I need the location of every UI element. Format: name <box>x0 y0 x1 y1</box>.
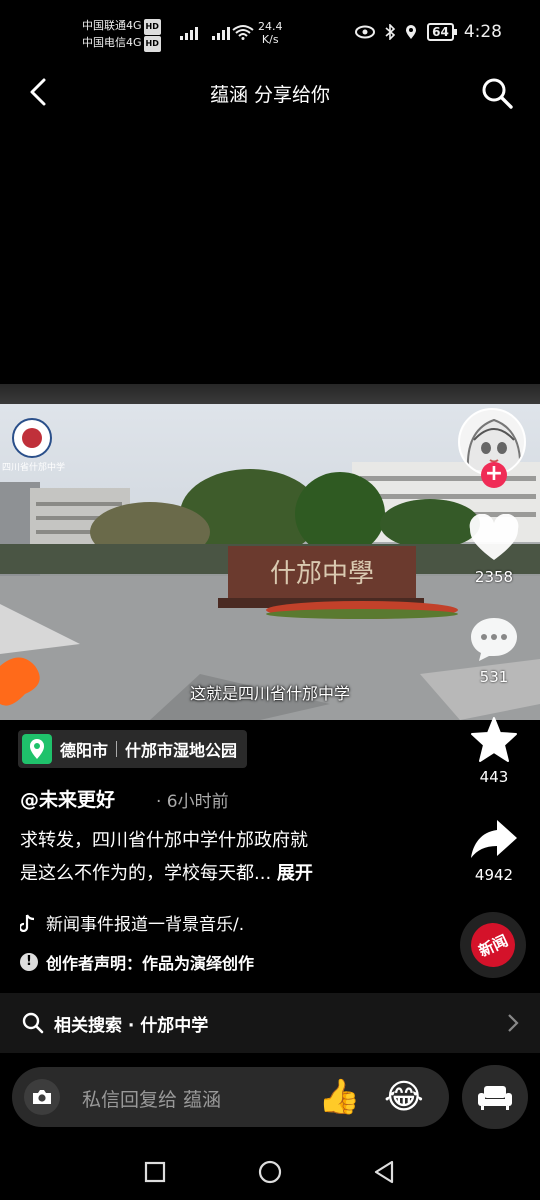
recents-icon[interactable] <box>140 1157 170 1187</box>
chevron-right-icon <box>508 1014 519 1032</box>
message-placeholder: 私信回复给 蕴涵 <box>82 1089 222 1111</box>
message-input[interactable]: 私信回复给 蕴涵 👍 😂 <box>12 1067 449 1127</box>
comment-count: 531 <box>479 668 509 686</box>
network-speed-value: 24.4 <box>258 20 283 33</box>
battery-indicator: 64 <box>427 23 457 41</box>
favorite-button[interactable]: 443 <box>459 716 529 786</box>
location-tag[interactable]: 德阳市 什邡市湿地公园 <box>18 730 248 768</box>
video-watermark: 四川省什邡中学 <box>2 461 65 473</box>
search-icon <box>22 1012 44 1034</box>
thumbs-up-emoji[interactable]: 👍 <box>318 1077 360 1117</box>
share-icon <box>471 820 517 858</box>
carrier-1: 中国联通4G <box>82 19 142 32</box>
creator-notice: ! 创作者声明：作品为演绎创作 <box>20 950 254 974</box>
sofa-icon <box>478 1086 512 1110</box>
carrier-2: 中国电信4G <box>82 36 142 49</box>
location-icon <box>22 734 52 764</box>
home-icon[interactable] <box>255 1157 285 1187</box>
music-disc[interactable]: 新闻 <box>460 912 526 978</box>
post-time: · 6小时前 <box>156 792 229 812</box>
search-icon[interactable] <box>480 76 514 110</box>
description-line-2: 是这么不作为的，学校每天都... <box>20 863 272 884</box>
system-nav-bar <box>0 1147 540 1200</box>
signal-icon <box>212 24 230 40</box>
like-button[interactable]: 2358 <box>459 513 529 586</box>
location-place: 什邡市湿地公园 <box>125 741 238 760</box>
eye-icon <box>355 25 376 39</box>
network-speed-unit: K/s <box>261 33 279 46</box>
video-top-black <box>0 122 540 384</box>
clock: 4:28 <box>463 22 502 42</box>
info-icon: ! <box>20 953 38 971</box>
location-icon <box>406 25 417 39</box>
hd-badge: HD <box>143 36 161 52</box>
music-info[interactable]: 新闻事件报道一背景音乐/. <box>20 910 244 935</box>
like-count: 2358 <box>474 568 514 586</box>
share-button[interactable]: 4942 <box>459 816 529 884</box>
laugh-cry-emoji[interactable]: 😂 <box>384 1077 424 1117</box>
top-bar: 蕴涵 分享给你 <box>0 62 540 122</box>
bluetooth-icon <box>385 24 396 40</box>
disc-label: 新闻 <box>463 915 523 975</box>
video-subtitle: 这就是四川省什邡中学 <box>189 684 350 703</box>
comment-icon <box>471 618 517 661</box>
hd-badge: HD <box>143 19 161 35</box>
bottom-area: 私信回复给 蕴涵 👍 😂 <box>0 1053 540 1200</box>
video-band <box>0 384 540 404</box>
follow-button[interactable]: + <box>481 462 507 488</box>
heart-icon <box>469 513 519 560</box>
wifi-icon <box>232 25 254 40</box>
star-icon <box>471 717 517 762</box>
network-speed: 24.4 K/s <box>258 20 283 46</box>
signal-icon <box>180 24 198 40</box>
description-line-1: 求转发，四川省什邡中学什邡政府就 <box>20 830 308 851</box>
location-city: 德阳市 <box>60 741 109 760</box>
page-title: 蕴涵 分享给你 <box>209 84 331 106</box>
nav-back-icon[interactable] <box>370 1157 400 1187</box>
camera-button[interactable] <box>24 1079 60 1115</box>
author-name[interactable]: @未来更好 <box>20 785 115 812</box>
favorite-count: 443 <box>479 768 509 786</box>
expand-button[interactable]: 展开 <box>277 863 313 884</box>
creator-notice-text: 创作者声明：作品为演绎创作 <box>46 954 255 973</box>
related-search-label: 相关搜索 · 什邡中学 <box>54 1015 209 1036</box>
comment-button[interactable]: 531 <box>459 614 529 686</box>
status-right: 64 4:28 <box>355 22 502 42</box>
share-count: 4942 <box>474 866 514 884</box>
music-title: 新闻事件报道一背景音乐/. <box>46 915 245 935</box>
related-search[interactable]: 相关搜索 · 什邡中学 <box>0 993 540 1053</box>
post-description: 求转发，四川省什邡中学什邡政府就 是这么不作为的，学校每天都... 展开 <box>20 824 400 890</box>
sofa-button[interactable] <box>462 1065 528 1129</box>
status-bar: 中国联通4G HD 中国电信4G HD 24.4 K/s 64 4:28 <box>0 0 540 62</box>
school-sign-text: 什邡中學 <box>270 559 374 589</box>
carrier-info: 中国联通4G HD 中国电信4G HD <box>82 18 161 52</box>
location-separator <box>116 741 118 757</box>
camera-icon <box>33 1090 51 1104</box>
music-icon <box>20 913 35 932</box>
